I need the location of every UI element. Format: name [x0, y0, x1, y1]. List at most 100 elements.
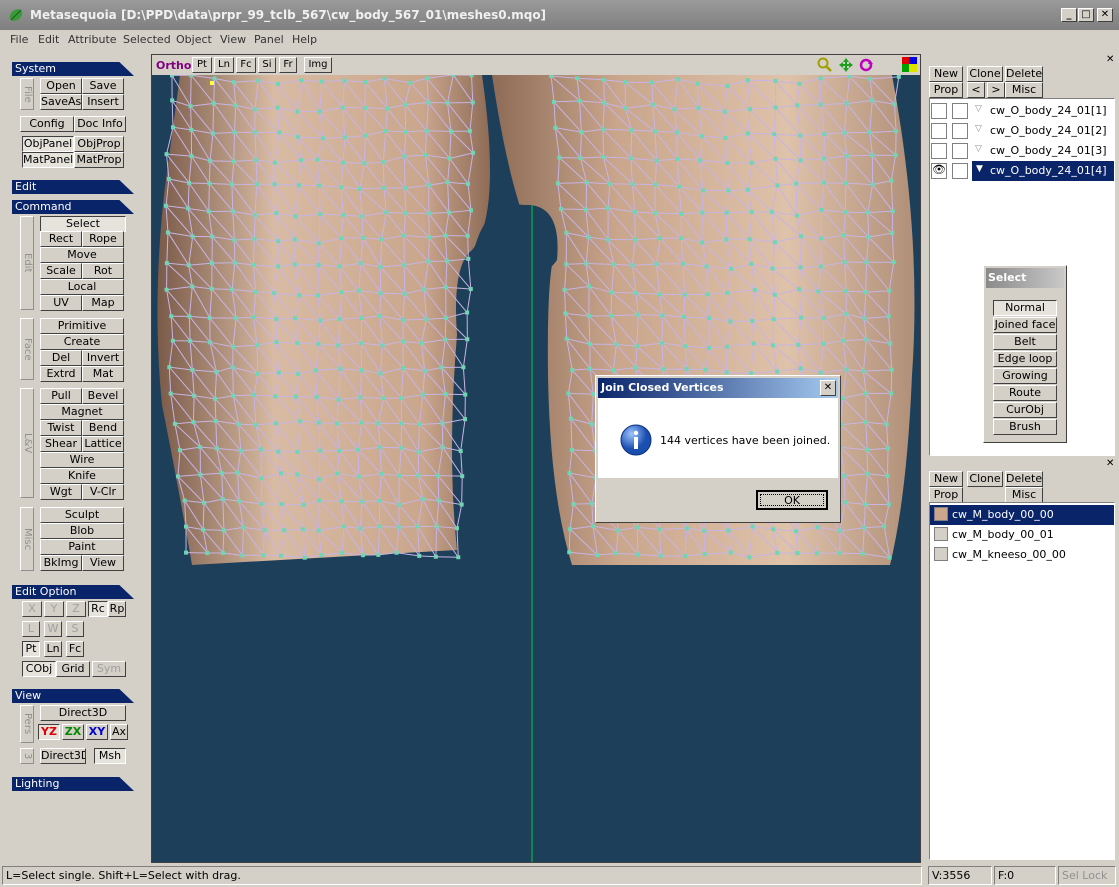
view-button[interactable]: View	[82, 555, 124, 571]
ax-toggle[interactable]: Ax	[110, 724, 128, 740]
sym-toggle[interactable]: Sym	[92, 661, 126, 677]
knife-button[interactable]: Knife	[40, 468, 124, 484]
grid-toggle[interactable]: Grid	[56, 661, 90, 677]
save-button[interactable]: Save	[82, 78, 124, 94]
xy-view-button[interactable]: XY	[86, 724, 108, 740]
visibility-toggle[interactable]	[931, 123, 947, 139]
create-button[interactable]: Create	[40, 334, 124, 350]
l-toggle[interactable]: L	[22, 621, 40, 637]
collapse-triangle-icon[interactable]: ▽	[975, 104, 982, 114]
menu-file[interactable]: File	[10, 33, 28, 46]
menu-attribute[interactable]: Attribute	[68, 33, 117, 46]
edit-option-header[interactable]: Edit Option	[12, 585, 134, 599]
vp-img-toggle[interactable]: Img	[304, 57, 332, 73]
rot-button[interactable]: Rot	[82, 263, 124, 279]
material-row[interactable]: cw_M_body_00_01	[930, 525, 1114, 545]
obj-clone-button[interactable]: Clone	[967, 66, 1003, 82]
menu-view[interactable]: View	[220, 33, 246, 46]
msh-toggle[interactable]: Msh	[94, 748, 126, 764]
zoom-icon[interactable]	[817, 57, 833, 73]
fc-toggle[interactable]: Fc	[66, 641, 84, 657]
obj-prop-button[interactable]: Prop	[929, 82, 963, 98]
primitive-button[interactable]: Primitive	[40, 318, 124, 334]
blob-button[interactable]: Blob	[40, 523, 124, 539]
twist-button[interactable]: Twist	[40, 420, 82, 436]
sculpt-button[interactable]: Sculpt	[40, 507, 124, 523]
select-mode-route[interactable]: Route	[993, 385, 1057, 401]
lattice-button[interactable]: Lattice	[82, 436, 124, 452]
obj-misc-button[interactable]: Misc	[1005, 82, 1043, 98]
mat-misc-button[interactable]: Misc	[1005, 487, 1043, 503]
pull-button[interactable]: Pull	[40, 388, 82, 404]
matpanel-button[interactable]: MatPanel	[22, 152, 74, 168]
object-row[interactable]: ▽ cw_O_body_24_01[2]	[930, 121, 1114, 141]
mat-button[interactable]: Mat	[82, 366, 124, 382]
vp-pt-toggle[interactable]: Pt	[192, 57, 212, 73]
pt-toggle[interactable]: Pt	[22, 641, 40, 657]
vp-fr-toggle[interactable]: Fr	[279, 57, 297, 73]
obj-new-button[interactable]: New	[929, 66, 963, 82]
menu-panel[interactable]: Panel	[254, 33, 284, 46]
menu-object[interactable]: Object	[176, 33, 212, 46]
object-row-selected[interactable]: 👁 ▼ cw_O_body_24_01[4]	[930, 161, 1114, 181]
close-button[interactable]: ✕	[1097, 8, 1113, 22]
config-button[interactable]: Config	[20, 116, 74, 132]
s-toggle[interactable]: S	[66, 621, 84, 637]
sel-lock-indicator[interactable]: Sel Lock	[1058, 866, 1116, 885]
doc-info-button[interactable]: Doc Info	[74, 116, 126, 132]
mat-new-button[interactable]: New	[929, 471, 963, 487]
local-button[interactable]: Local	[40, 279, 124, 295]
object-panel-close-icon[interactable]: ✕	[1106, 54, 1114, 65]
lock-toggle[interactable]	[952, 143, 968, 159]
del-button[interactable]: Del	[40, 350, 82, 366]
select-button[interactable]: Select	[40, 216, 126, 232]
system-header[interactable]: System	[12, 62, 134, 76]
color-palette-icon[interactable]	[902, 57, 917, 72]
edit-header[interactable]: Edit	[12, 180, 134, 194]
zx-view-button[interactable]: ZX	[62, 724, 84, 740]
open-button[interactable]: Open	[40, 78, 82, 94]
z-toggle[interactable]: Z	[66, 601, 86, 617]
bevel-button[interactable]: Bevel	[82, 388, 124, 404]
view-header[interactable]: View	[12, 689, 134, 703]
saveas-button[interactable]: SaveAs	[40, 94, 82, 110]
mat-prop-button[interactable]: Prop	[929, 487, 963, 503]
x-toggle[interactable]: X	[22, 601, 42, 617]
menu-selected[interactable]: Selected	[123, 33, 171, 46]
rc-toggle[interactable]: Rc	[88, 601, 108, 617]
lighting-header[interactable]: Lighting	[12, 777, 134, 791]
select-mode-brush[interactable]: Brush	[993, 419, 1057, 435]
vp-fc-toggle[interactable]: Fc	[236, 57, 256, 73]
visibility-toggle[interactable]	[931, 103, 947, 119]
lock-toggle[interactable]	[952, 123, 968, 139]
select-mode-joined-face[interactable]: Joined face	[993, 317, 1057, 333]
select-mode-belt[interactable]: Belt	[993, 334, 1057, 350]
ortho-label[interactable]: Ortho	[156, 59, 191, 72]
dialog-close-button[interactable]: ✕	[820, 380, 836, 396]
obj-next-button[interactable]: >	[987, 82, 1005, 98]
select-mode-growing[interactable]: Growing	[993, 368, 1057, 384]
paint-button[interactable]: Paint	[40, 539, 124, 555]
pan-icon[interactable]	[838, 57, 854, 73]
select-mode-edge-loop[interactable]: Edge loop	[993, 351, 1057, 367]
rect-button[interactable]: Rect	[40, 231, 82, 247]
select-mode-normal[interactable]: Normal	[993, 300, 1057, 316]
mat-delete-button[interactable]: Delete	[1005, 471, 1043, 487]
vp-ln-toggle[interactable]: Ln	[214, 57, 234, 73]
cobj-toggle[interactable]: CObj	[22, 661, 56, 677]
bend-button[interactable]: Bend	[82, 420, 124, 436]
y-toggle[interactable]: Y	[44, 601, 64, 617]
magnet-button[interactable]: Magnet	[40, 404, 124, 420]
rp-toggle[interactable]: Rp	[108, 601, 126, 617]
scale-button[interactable]: Scale	[40, 263, 82, 279]
minimize-button[interactable]: _	[1061, 8, 1077, 22]
menu-edit[interactable]: Edit	[38, 33, 59, 46]
invert-button[interactable]: Invert	[82, 350, 124, 366]
vp-si-toggle[interactable]: Si	[258, 57, 276, 73]
mat-clone-button[interactable]: Clone	[967, 471, 1003, 487]
matprop-button[interactable]: MatProp	[74, 152, 124, 168]
yz-view-button[interactable]: YZ	[38, 724, 60, 740]
move-button[interactable]: Move	[40, 247, 124, 263]
command-header[interactable]: Command	[12, 200, 134, 214]
object-row[interactable]: ▽ cw_O_body_24_01[1]	[930, 101, 1114, 121]
